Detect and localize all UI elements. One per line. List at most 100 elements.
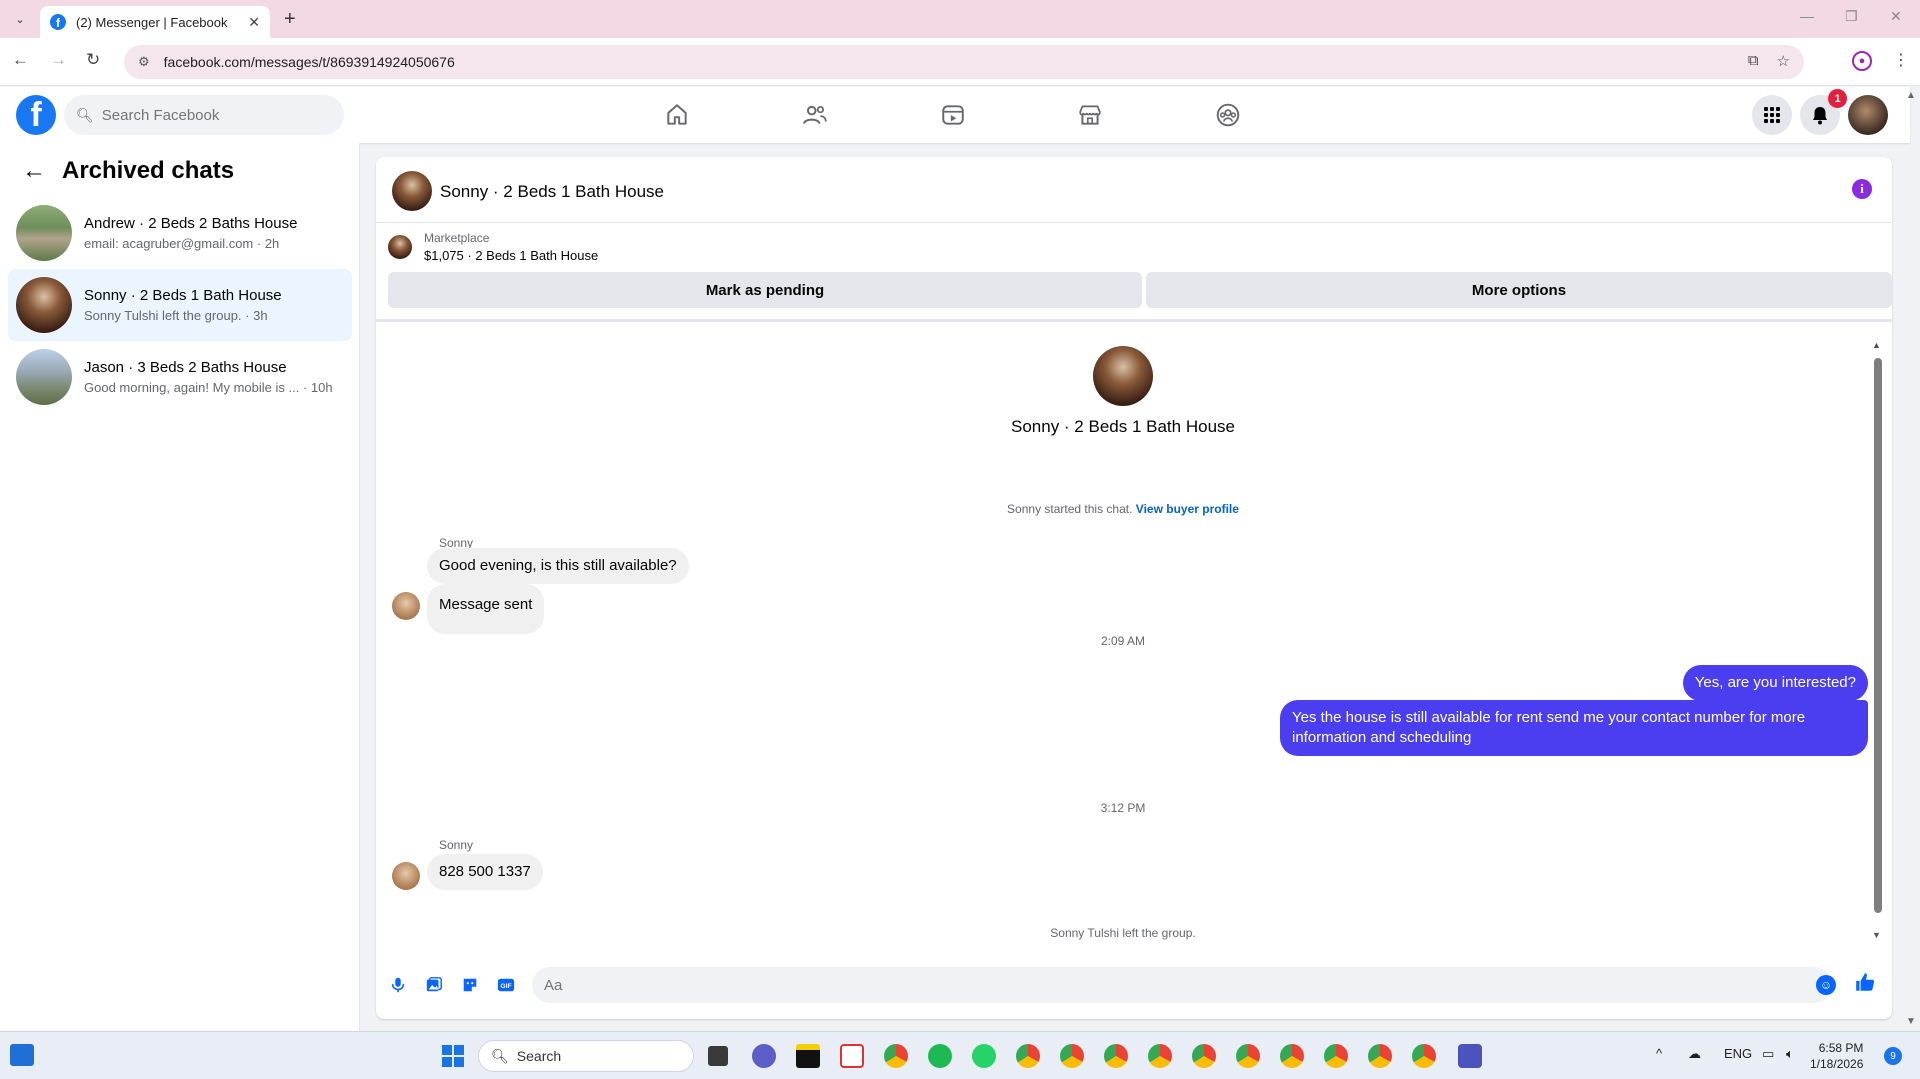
meet-icon[interactable]	[752, 1044, 776, 1068]
message-input[interactable]	[532, 967, 1832, 1003]
new-tab-plus-icon[interactable]: +	[284, 8, 296, 31]
emoji-icon[interactable]: ☺	[1816, 975, 1836, 995]
bookmark-star-icon[interactable]: ☆	[1777, 52, 1790, 70]
search-icon: 🔍︎	[76, 106, 94, 123]
microphone-icon[interactable]	[388, 975, 408, 995]
sender-name: Sonny	[439, 838, 474, 852]
sticky-notes-icon[interactable]	[796, 1044, 820, 1068]
chrome-profile-icon[interactable]	[1060, 1044, 1084, 1068]
address-bar[interactable]: ⚙ facebook.com/messages/t/86939149240506…	[124, 45, 1804, 79]
browser-toolbar: ← → ↻ ⚙ facebook.com/messages/t/86939149…	[0, 38, 1920, 86]
facebook-search-input[interactable]	[101, 106, 302, 124]
page-scroll-down-icon[interactable]: ▼	[1906, 1016, 1916, 1027]
language-indicator[interactable]: ENG	[1724, 1046, 1752, 1061]
incoming-message[interactable]: Message sent	[427, 584, 545, 634]
install-app-icon[interactable]: ⧉	[1748, 52, 1759, 70]
scroll-up-icon[interactable]: ▲	[1872, 340, 1881, 350]
chrome-profile-icon[interactable]	[1148, 1044, 1172, 1068]
chat-name: Jason · 3 Beds 2 Baths House	[84, 359, 287, 376]
gif-icon[interactable]: GIF	[496, 975, 516, 995]
more-options-button[interactable]: More options	[1146, 272, 1892, 308]
onedrive-icon[interactable]: ☁	[1688, 1046, 1701, 1062]
chrome-profile-icon[interactable]	[1016, 1044, 1040, 1068]
nav-marketplace[interactable]	[1070, 97, 1110, 133]
view-buyer-profile-link[interactable]: View buyer profile	[1136, 502, 1239, 516]
nav-home[interactable]	[657, 97, 697, 133]
chrome-profile-icon[interactable]	[1324, 1044, 1348, 1068]
conversation-avatar[interactable]	[392, 171, 432, 211]
facebook-search-box[interactable]: 🔍︎	[64, 95, 344, 135]
chat-item-jason[interactable]: Jason · 3 Beds 2 Baths House Good mornin…	[8, 341, 352, 413]
nav-video[interactable]	[933, 97, 973, 133]
outgoing-message[interactable]: Yes, are you interested?	[1682, 665, 1868, 701]
back-arrow-icon[interactable]: ←	[12, 50, 29, 70]
tab-search-chevron-icon[interactable]: ⌄	[10, 9, 30, 29]
clock-time: 6:58 PM	[1818, 1041, 1864, 1055]
scroll-down-icon[interactable]: ▼	[1872, 930, 1881, 940]
restore-icon[interactable]: ❐	[1845, 8, 1858, 25]
spotify-icon[interactable]	[928, 1044, 952, 1068]
chat-thumbnail	[16, 277, 72, 333]
page-scroll-up-icon[interactable]: ▲	[1906, 90, 1916, 101]
tray-expand-chevron-icon[interactable]: ^	[1656, 1046, 1662, 1061]
chat-item-andrew[interactable]: Andrew · 2 Beds 2 Baths House email: aca…	[8, 197, 352, 269]
conversation-title[interactable]: Sonny · 2 Beds 1 Bath House	[440, 182, 664, 202]
notification-center-badge[interactable]: 9	[1884, 1047, 1902, 1065]
browser-menu-icon[interactable]: ⋮	[1893, 50, 1909, 70]
taskbar-search[interactable]: 🔍︎ Search	[478, 1040, 694, 1072]
incoming-message[interactable]: 828 500 1337	[427, 854, 543, 890]
sidebar-header: ← Archived chats	[22, 157, 234, 185]
url-text: facebook.com/messages/t/8693914924050676	[163, 54, 455, 70]
network-icon[interactable]: ▭	[1762, 1046, 1774, 1062]
snipping-tool-icon[interactable]	[840, 1044, 864, 1068]
chat-name: Sonny · 2 Beds 1 Bath House	[84, 287, 282, 304]
friends-icon	[803, 105, 827, 124]
minimize-icon[interactable]: —	[1800, 8, 1814, 24]
site-info-icon[interactable]: ⚙	[138, 54, 150, 70]
chrome-profile-icon[interactable]	[1236, 1044, 1260, 1068]
window-close-icon[interactable]: ✕	[1890, 8, 1902, 25]
chrome-profile-icon[interactable]	[1192, 1044, 1216, 1068]
photo-icon[interactable]	[424, 975, 444, 995]
chrome-profile-icon[interactable]	[1280, 1044, 1304, 1068]
taskbar-clock[interactable]: 6:58 PM 1/18/2026	[1810, 1040, 1863, 1072]
chrome-profile-icon[interactable]	[1412, 1044, 1436, 1068]
facebook-logo-icon[interactable]: f	[16, 95, 56, 135]
task-view-icon[interactable]	[708, 1046, 728, 1066]
teams-icon[interactable]	[1458, 1044, 1482, 1068]
volume-icon[interactable]: 🔈︎	[1786, 1046, 1794, 1062]
mark-as-pending-button[interactable]: Mark as pending	[388, 272, 1142, 308]
back-arrow-icon[interactable]: ←	[22, 157, 46, 185]
profile-avatar[interactable]	[1093, 346, 1153, 406]
tab-close-icon[interactable]: ✕	[248, 14, 260, 31]
start-windows-icon[interactable]	[442, 1045, 464, 1067]
account-avatar[interactable]	[1848, 95, 1888, 135]
nav-friends[interactable]	[795, 97, 835, 133]
scrollbar-thumb[interactable]	[1874, 358, 1882, 913]
widgets-icon[interactable]	[10, 1044, 34, 1066]
chrome-profile-icon[interactable]	[1368, 1044, 1392, 1068]
thumbs-up-icon[interactable]	[1854, 971, 1876, 999]
whatsapp-icon[interactable]	[972, 1044, 996, 1068]
started-text: Sonny started this chat.	[1007, 502, 1133, 516]
incoming-message[interactable]: Good evening, is this still available?	[427, 548, 689, 584]
menu-grid-icon[interactable]	[1752, 95, 1792, 135]
chat-item-sonny[interactable]: Sonny · 2 Beds 1 Bath House Sonny Tulshi…	[8, 269, 352, 341]
sticker-icon[interactable]	[460, 975, 480, 995]
sender-avatar[interactable]	[392, 592, 420, 620]
browser-tabstrip: ⌄ f (2) Messenger | Facebook ✕ + — ❐ ✕	[0, 0, 1920, 38]
message-thread: Sonny · 2 Beds 1 Bath House Sonny starte…	[376, 322, 1892, 947]
browser-profile-icon[interactable]: ●	[1852, 51, 1872, 71]
info-icon[interactable]: i	[1852, 179, 1872, 199]
sender-avatar[interactable]	[392, 862, 420, 890]
thread-scrollbar[interactable]: ▲ ▼	[1872, 340, 1882, 942]
chrome-icon[interactable]	[884, 1044, 908, 1068]
listing-price-title: $1,075 · 2 Beds 1 Bath House	[424, 248, 599, 263]
nav-groups[interactable]	[1208, 97, 1248, 133]
forward-arrow-icon[interactable]: →	[50, 50, 67, 70]
video-icon	[942, 105, 964, 125]
reload-icon[interactable]: ↻	[86, 50, 100, 70]
browser-tab-messenger[interactable]: f (2) Messenger | Facebook ✕	[40, 6, 270, 38]
chrome-profile-icon[interactable]	[1104, 1044, 1128, 1068]
outgoing-message[interactable]: Yes the house is still available for ren…	[1280, 700, 1868, 756]
